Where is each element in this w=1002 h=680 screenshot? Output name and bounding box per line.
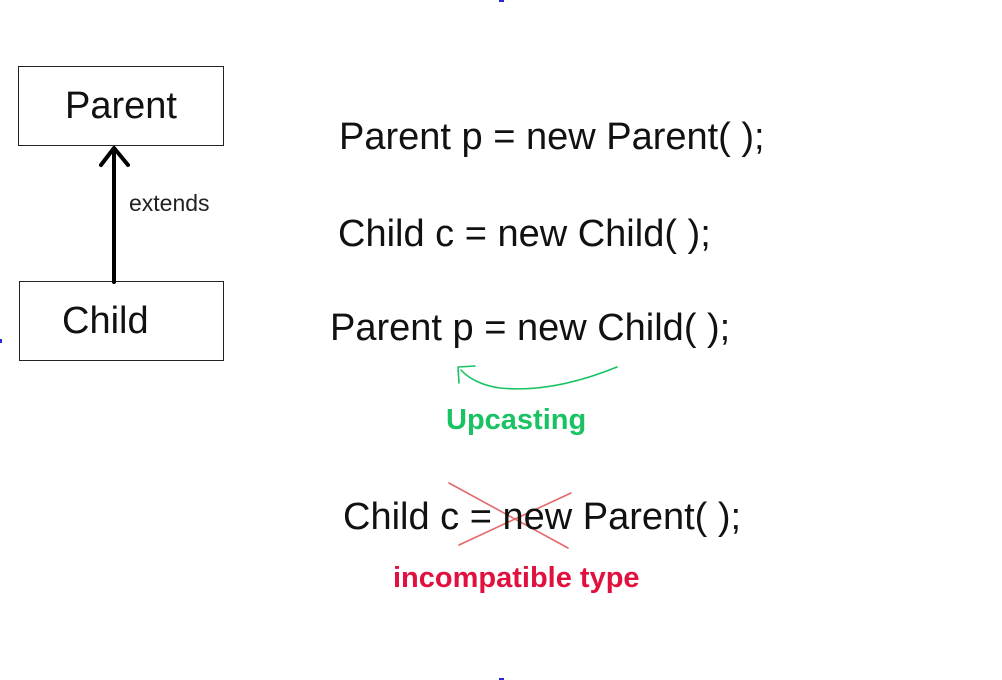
incompatible-type-label: incompatible type: [393, 562, 640, 594]
inheritance-arrow: [99, 146, 130, 284]
code-line-parent-new-child: Parent p = new Child( );: [330, 307, 731, 349]
extends-label: extends: [129, 190, 210, 216]
code-line-parent-new-parent: Parent p = new Parent( );: [339, 116, 765, 158]
code-line-child-new-child: Child c = new Child( );: [338, 213, 711, 255]
code-line-child-new-parent: Child c = new Parent( );: [343, 496, 742, 538]
upcasting-diagram: Parent Child extends Parent p = new Pare…: [0, 0, 1002, 680]
upcasting-label: Upcasting: [446, 404, 587, 436]
upcasting-arrow: [457, 365, 618, 390]
